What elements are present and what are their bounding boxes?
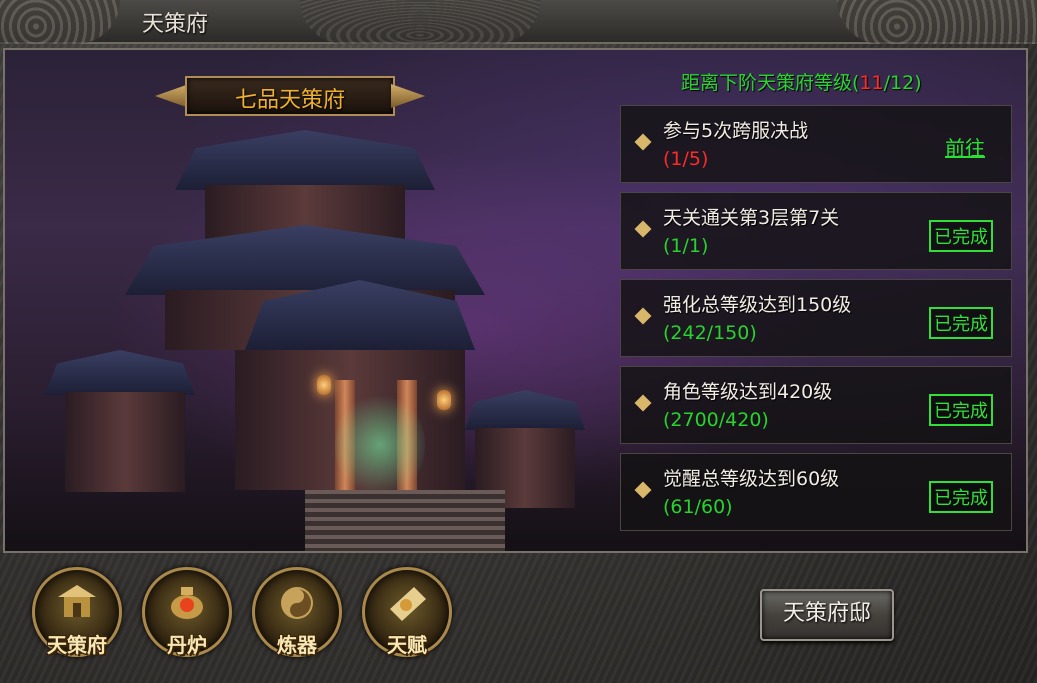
next-level-current: 11 <box>859 72 884 94</box>
window-frame: 天策府 七品天策府 距离下阶天策府等级(11/12) 参与5次跨服决战 (1/5… <box>0 0 1037 683</box>
nav-button-mansion[interactable]: 天策府 <box>32 567 122 667</box>
main-panel: 七品天策府 距离下阶天策府等级(11/12) 参与5次跨服决战 (1/5) 前往… <box>3 48 1028 553</box>
task-progress: (1/1) <box>663 235 709 257</box>
banner-wing-right <box>391 84 425 108</box>
diamond-bullet-icon <box>634 307 652 325</box>
task-name: 角色等级达到420级 <box>663 381 833 403</box>
nav-button-talent[interactable]: 天赋 <box>362 567 452 667</box>
mansion-residence-button[interactable]: 天策府邸 <box>760 589 894 641</box>
forge-icon <box>281 587 313 619</box>
banner-wing-left <box>155 84 189 108</box>
task-progress: (2700/420) <box>663 409 769 431</box>
go-to-task-link[interactable]: 前往 <box>945 132 985 161</box>
rank-title: 七品天策府 <box>234 88 345 113</box>
furnace-icon <box>171 587 203 619</box>
diamond-bullet-icon <box>634 394 652 412</box>
diamond-bullet-icon <box>634 133 652 151</box>
window-title: 天策府 <box>142 12 209 37</box>
task-row: 觉醒总等级达到60级 (61/60) 已完成 <box>620 453 1012 531</box>
completed-badge: 已完成 <box>929 307 993 339</box>
diamond-bullet-icon <box>634 220 652 238</box>
diamond-bullet-icon <box>634 481 652 499</box>
bottom-bar: 天策府 丹炉 炼器 天赋 天策府邸 <box>0 555 1037 683</box>
title-bar: 天策府 <box>0 0 1037 44</box>
palace-scene: 七品天策府 距离下阶天策府等级(11/12) 参与5次跨服决战 (1/5) 前往… <box>5 50 1026 551</box>
task-row: 强化总等级达到150级 (242/150) 已完成 <box>620 279 1012 357</box>
nav-button-forge[interactable]: 炼器 <box>252 567 342 667</box>
completed-badge: 已完成 <box>929 481 993 513</box>
task-name: 天关通关第3层第7关 <box>663 207 840 229</box>
completed-badge: 已完成 <box>929 220 993 252</box>
rank-banner: 七品天策府 <box>155 74 425 118</box>
nav-label: 炼器 <box>277 633 317 657</box>
dragon-ornament-middle <box>300 0 540 44</box>
dragon-ornament-left <box>0 0 120 44</box>
dragon-ornament-right <box>837 0 1037 44</box>
task-name: 强化总等级达到150级 <box>663 294 852 316</box>
palace-illustration <box>5 50 615 551</box>
task-progress: (242/150) <box>663 322 757 344</box>
nav-label: 天赋 <box>387 633 427 657</box>
completed-badge: 已完成 <box>929 394 993 426</box>
task-name: 参与5次跨服决战 <box>663 120 809 142</box>
task-row: 角色等级达到420级 (2700/420) 已完成 <box>620 366 1012 444</box>
nav-button-furnace[interactable]: 丹炉 <box>142 567 232 667</box>
talent-scroll-icon <box>390 587 426 621</box>
task-row: 参与5次跨服决战 (1/5) 前往 <box>620 105 1012 183</box>
nav-label: 天策府 <box>47 633 107 657</box>
task-row: 天关通关第3层第7关 (1/1) 已完成 <box>620 192 1012 270</box>
mansion-icon <box>58 585 96 617</box>
nav-label: 丹炉 <box>167 633 207 657</box>
task-progress: (1/5) <box>663 148 709 170</box>
task-name: 觉醒总等级达到60级 <box>663 468 840 490</box>
next-level-progress: 距离下阶天策府等级(11/12) <box>681 72 922 94</box>
task-progress: (61/60) <box>663 496 733 518</box>
task-list: 参与5次跨服决战 (1/5) 前往 天关通关第3层第7关 (1/1) 已完成 强… <box>620 105 1012 540</box>
